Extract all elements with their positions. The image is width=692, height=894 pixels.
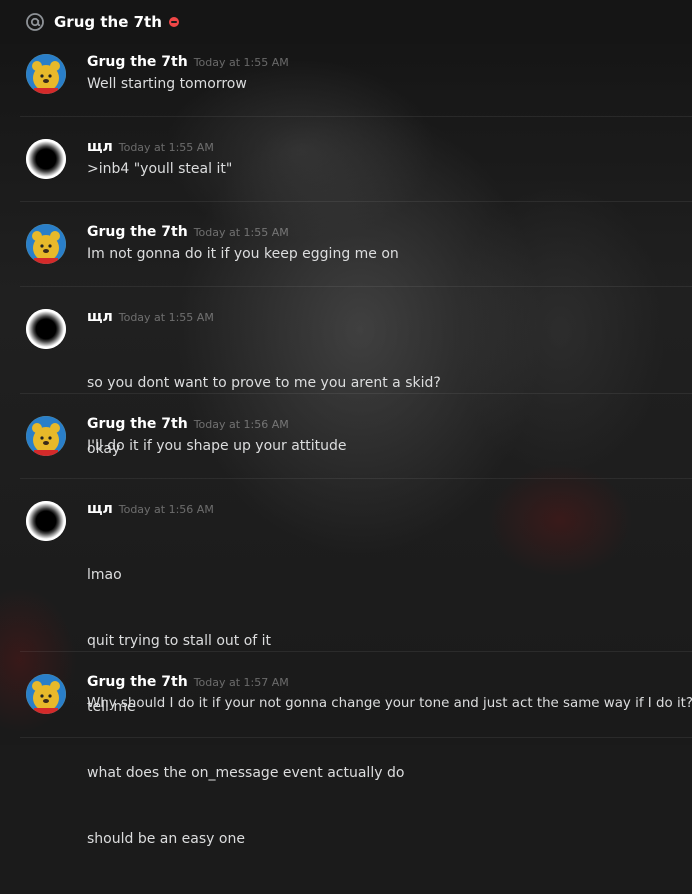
message-line: Well starting tomorrow: [87, 76, 247, 92]
message-timestamp: Today at 1:56 AM: [193, 418, 289, 431]
message-line: Why should I do it if your not gonna cha…: [87, 696, 692, 711]
message-timestamp: Today at 1:55 AM: [118, 311, 214, 324]
message-timestamp: Today at 1:57 AM: [193, 676, 289, 689]
dnd-status-icon: [168, 17, 179, 27]
message-author[interactable]: щл Today at 1:55 AM: [87, 309, 214, 325]
winnie-pooh-avatar[interactable]: [26, 54, 66, 94]
message-divider: [20, 393, 692, 394]
message-list: Grug the 7th Today at 1:55 AM Well starti…: [0, 0, 692, 847]
eclipse-avatar[interactable]: [26, 309, 66, 349]
message-content: Im not gonna do it if you keep egging me…: [87, 243, 399, 265]
message-timestamp: Today at 1:56 AM: [118, 503, 214, 516]
message-content: >inb4 "youll steal it": [87, 158, 232, 180]
winnie-pooh-avatar[interactable]: [26, 224, 66, 264]
message-line: lmao: [87, 567, 122, 583]
message-content: Why should I do it if your not gonna cha…: [87, 693, 692, 715]
message-author[interactable]: щл Today at 1:56 AM: [87, 501, 214, 517]
message-timestamp: Today at 1:55 AM: [118, 141, 214, 154]
message-line: I'll do it if you shape up your attitude: [87, 438, 347, 454]
message-line: so you dont want to prove to me you aren…: [87, 375, 441, 391]
message-line: what does the on_message event actually …: [87, 765, 405, 781]
message-author[interactable]: Grug the 7th Today at 1:55 AM: [87, 54, 289, 70]
message-timestamp: Today at 1:55 AM: [193, 226, 289, 239]
at-icon: [25, 12, 45, 32]
message-divider: [20, 478, 692, 479]
winnie-pooh-avatar[interactable]: [26, 674, 66, 714]
message-author[interactable]: щл Today at 1:55 AM: [87, 139, 214, 155]
eclipse-avatar[interactable]: [26, 501, 66, 541]
message-divider: [20, 286, 692, 287]
message-author[interactable]: Grug the 7th Today at 1:57 AM: [87, 674, 289, 690]
message-divider: [20, 737, 692, 738]
message-content: I'll do it if you shape up your attitude: [87, 435, 347, 457]
message-line: should be an easy one: [87, 831, 245, 847]
winnie-pooh-avatar[interactable]: [26, 416, 66, 456]
eclipse-avatar[interactable]: [26, 139, 66, 179]
message-timestamp: Today at 1:55 AM: [193, 56, 289, 69]
message-content: Well starting tomorrow: [87, 73, 247, 95]
message-author[interactable]: Grug the 7th Today at 1:55 AM: [87, 224, 289, 240]
message-line: quit trying to stall out of it: [87, 633, 272, 649]
message-divider: [20, 116, 692, 117]
message-line: >inb4 "youll steal it": [87, 161, 233, 177]
message-divider: [20, 651, 692, 652]
channel-header: Grug the 7th: [0, 0, 692, 44]
channel-title: Grug the 7th: [54, 13, 162, 31]
message-line: Im not gonna do it if you keep egging me…: [87, 246, 399, 262]
message-author[interactable]: Grug the 7th Today at 1:56 AM: [87, 416, 289, 432]
message-divider: [20, 201, 692, 202]
